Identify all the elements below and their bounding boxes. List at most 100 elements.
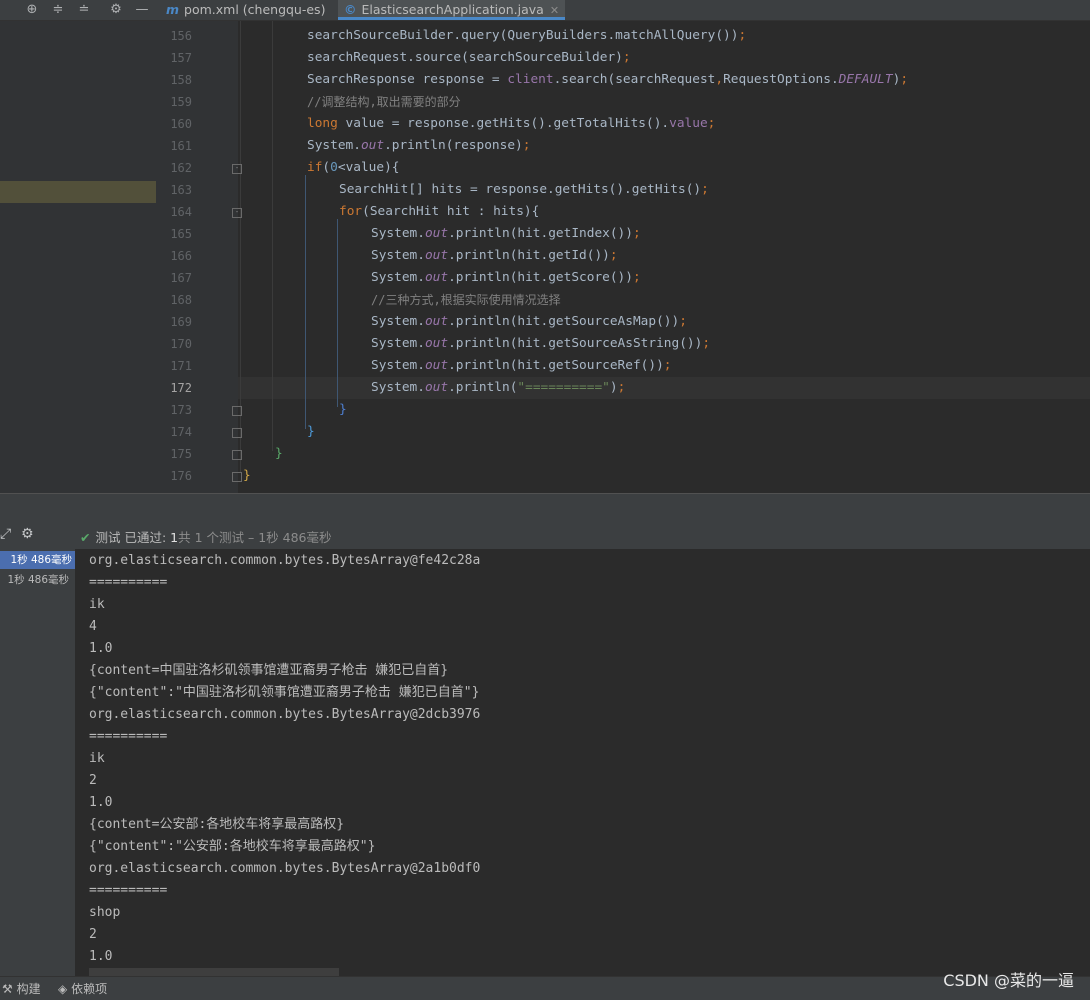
console-line: {"content":"中国驻洛杉矶领事馆遭亚裔男子枪击 嫌犯已自首"} (89, 685, 480, 700)
status-detail: 共 1 个测试 – 1秒 486毫秒 (178, 530, 332, 545)
line-number: 171 (170, 359, 192, 373)
console-line-cutoff (89, 968, 339, 976)
code-line[interactable]: System.out.println(hit.getSourceAsString… (371, 333, 710, 355)
console-line: ik (89, 597, 105, 612)
console-line: 2 (89, 773, 97, 788)
fold-icon[interactable] (232, 428, 242, 438)
console-line: shop (89, 905, 121, 920)
fold-icon[interactable]: - (232, 208, 242, 218)
check-icon: ✔ (80, 530, 91, 545)
line-number: 168 (170, 293, 192, 307)
fold-icon[interactable]: - (232, 164, 242, 174)
dependencies-tab[interactable]: ◈ 依赖项 (58, 980, 107, 997)
minimize-icon[interactable]: — (133, 1, 151, 19)
test-tree-item-root[interactable]: 1秒 486毫秒 (0, 551, 75, 569)
fold-icon[interactable] (232, 472, 242, 482)
line-number: 164 (170, 205, 192, 219)
tab-label: pom.xml (chengqu-es) (184, 2, 326, 17)
code-editor[interactable]: - - 156 157 158 159 160 161 162 163 164 … (0, 21, 1090, 493)
maven-icon: m (166, 2, 180, 17)
indent-guide (337, 219, 338, 407)
indent-guide (305, 175, 306, 429)
code-line[interactable]: if(0<value){ (307, 157, 400, 179)
gear-icon[interactable]: ⚙ (107, 1, 125, 19)
tab-elasticsearch-application[interactable]: © ElasticsearchApplication.java ✕ (338, 0, 566, 20)
console-line: 1.0 (89, 641, 113, 656)
console-line: 2 (89, 927, 97, 942)
line-number: 156 (170, 29, 192, 43)
code-line[interactable]: long value = response.getHits().getTotal… (307, 113, 715, 135)
tab-label: ElasticsearchApplication.java (361, 2, 544, 17)
code-line[interactable]: searchRequest.source(searchSourceBuilder… (307, 47, 631, 69)
line-number: 169 (170, 315, 192, 329)
status-count: 1 (170, 530, 179, 545)
console-line: org.elasticsearch.common.bytes.BytesArra… (89, 861, 481, 876)
tab-pom-xml[interactable]: m pom.xml (chengqu-es) (166, 0, 325, 20)
line-number: 163 (170, 183, 192, 197)
test-status: ✔ 测试 已通过: 1共 1 个测试 – 1秒 486毫秒 (80, 527, 332, 546)
console-line: org.elasticsearch.common.bytes.BytesArra… (89, 707, 481, 722)
code-comment[interactable]: //三种方式,根据实际使用情况选择 (371, 289, 561, 311)
project-panel-edge (0, 21, 156, 493)
line-number-current: 172 (170, 381, 192, 395)
panel-splitter[interactable] (0, 493, 1090, 522)
line-number: 162 (170, 161, 192, 175)
line-number: 165 (170, 227, 192, 241)
indent-guide (272, 21, 273, 451)
closing-brace[interactable]: } (307, 421, 315, 443)
line-number: 157 (170, 51, 192, 65)
build-label: 构建 (16, 982, 41, 996)
expand-icon[interactable]: ⤢ (0, 526, 11, 542)
console-line: {content=中国驻洛杉矶领事馆遭亚裔男子枪击 嫌犯已自首} (89, 663, 449, 678)
line-number: 173 (170, 403, 192, 417)
code-line[interactable]: System.out.println(hit.getSourceRef()); (371, 355, 672, 377)
code-line[interactable]: System.out.println(hit.getScore()); (371, 267, 641, 289)
code-line-current[interactable]: System.out.println("=========="); (371, 377, 625, 399)
collapse-all-icon[interactable]: ≐ (75, 1, 93, 19)
code-line[interactable]: for(SearchHit hit : hits){ (339, 201, 539, 223)
line-number: 170 (170, 337, 192, 351)
console-line: ========== (89, 575, 168, 590)
closing-brace[interactable]: } (275, 443, 283, 465)
console-line: ========== (89, 729, 168, 744)
editor-tab-bar: ⊕ ≑ ≐ ⚙ — m pom.xml (chengqu-es) © Elastic… (0, 0, 1090, 21)
test-tree-item[interactable]: 1秒 486毫秒 (4, 571, 72, 589)
line-number: 174 (170, 425, 192, 439)
fold-icon[interactable] (232, 406, 242, 416)
hammer-icon: ⚒ (2, 982, 13, 996)
code-line[interactable]: System.out.println(hit.getId()); (371, 245, 618, 267)
fold-icon[interactable] (232, 450, 242, 460)
current-line-highlight (238, 377, 1090, 399)
run-panel-toolbar: ⤢ ⚙ ✔ 测试 已通过: 1共 1 个测试 – 1秒 486毫秒 (0, 521, 1090, 550)
tool-window-bar: ⚒ 构建 ◈ 依赖项 (0, 976, 1090, 1000)
build-tab[interactable]: ⚒ 构建 (2, 980, 41, 997)
closing-brace[interactable]: } (243, 465, 251, 487)
line-number: 158 (170, 73, 192, 87)
console-line: org.elasticsearch.common.bytes.BytesArra… (89, 553, 481, 568)
test-tree: 1秒 486毫秒 1秒 486毫秒 (0, 549, 75, 976)
gear-icon[interactable]: ⚙ (21, 526, 34, 542)
code-line[interactable]: SearchResponse response = client.search(… (307, 69, 908, 91)
code-line[interactable]: SearchHit[] hits = response.getHits().ge… (339, 179, 709, 201)
code-line[interactable]: System.out.println(hit.getIndex()); (371, 223, 641, 245)
crosshair-icon[interactable]: ⊕ (23, 1, 41, 19)
code-line[interactable]: System.out.println(response); (307, 135, 530, 157)
console-line: ========== (89, 883, 168, 898)
console-line: {"content":"公安部:各地校车将享最高路权"} (89, 839, 376, 854)
console-line: 1.0 (89, 795, 113, 810)
java-class-icon: © (344, 2, 357, 17)
closing-brace[interactable]: } (339, 399, 347, 421)
console-line: {content=公安部:各地校车将享最高路权} (89, 817, 345, 832)
close-icon[interactable]: ✕ (550, 4, 559, 17)
console-output[interactable]: org.elasticsearch.common.bytes.BytesArra… (75, 549, 1090, 976)
deps-label: 依赖项 (71, 982, 108, 996)
code-comment[interactable]: //调整结构,取出需要的部分 (307, 91, 461, 113)
line-number: 175 (170, 447, 192, 461)
code-line[interactable]: searchSourceBuilder.query(QueryBuilders.… (307, 25, 746, 47)
expand-all-icon[interactable]: ≑ (49, 1, 67, 19)
code-line[interactable]: System.out.println(hit.getSourceAsMap())… (371, 311, 687, 333)
console-line: 1.0 (89, 949, 113, 964)
layers-icon: ◈ (58, 982, 68, 996)
watermark: CSDN @菜的一逼 (943, 971, 1074, 990)
console-line: ik (89, 751, 105, 766)
